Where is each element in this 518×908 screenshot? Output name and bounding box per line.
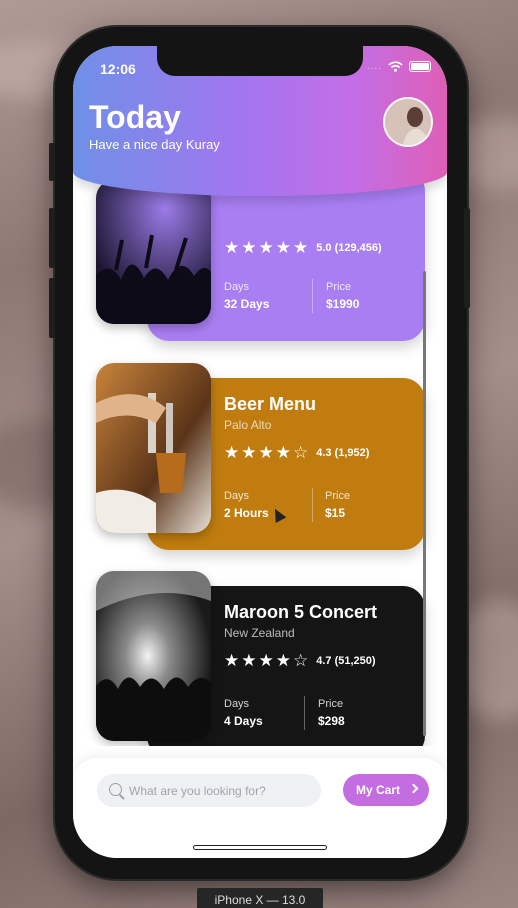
event-title: Beer Menu [224, 394, 317, 414]
rating-text: 4.3 (1,952) [316, 446, 370, 459]
rating-stars: ★ ★ ★ ★ ☆ 4.7 (51,250) [224, 652, 376, 669]
star-filled-icon: ★ [258, 651, 274, 670]
home-indicator[interactable] [193, 845, 327, 850]
divider [304, 696, 305, 730]
price-label: Price [318, 698, 344, 710]
header: 12:06 .... Today Have a nice day Kuray [73, 46, 447, 196]
mute-switch [49, 143, 55, 181]
scrollbar[interactable] [423, 271, 426, 736]
star-filled-icon: ★ [224, 238, 240, 257]
star-filled-icon: ★ [241, 238, 257, 257]
phone-screen: 12:06 .... Today Have a nice day Kuray ★… [73, 46, 447, 858]
status-time: 12:06 [100, 61, 136, 77]
device-label: iPhone X — 13.0 [197, 888, 323, 908]
battery-icon [409, 61, 431, 72]
volume-down-button [49, 278, 55, 338]
event-title: Maroon 5 Concert [224, 602, 378, 622]
star-filled-icon: ★ [224, 651, 240, 670]
days-label: Days [224, 281, 250, 293]
star-filled-icon: ★ [224, 443, 240, 462]
avatar-photo [385, 99, 431, 145]
rating-stars: ★ ★ ★ ★ ★ 5.0 (129,456) [224, 239, 382, 256]
divider [312, 488, 313, 522]
concert-stage-photo [96, 571, 211, 741]
event-list[interactable]: ★ ★ ★ ★ ★ 5.0 (129,456) Days 32 Days Pri… [73, 146, 447, 746]
rating-text: 5.0 (129,456) [316, 241, 382, 254]
star-filled-icon: ★ [241, 443, 257, 462]
event-location: Palo Alto [224, 418, 272, 432]
search-box[interactable] [97, 774, 321, 807]
cellular-signal-icon: .... [366, 61, 382, 72]
price-label: Price [325, 490, 351, 502]
star-filled-icon: ★ [258, 238, 274, 257]
star-filled-icon: ★ [275, 238, 291, 257]
star-filled-icon: ★ [258, 443, 274, 462]
notch [157, 46, 363, 76]
chevron-right-icon [408, 783, 419, 794]
star-filled-icon: ★ [275, 651, 291, 670]
bottom-bar: My Cart [73, 758, 447, 858]
concert-crowd-photo [96, 180, 211, 324]
my-cart-button[interactable]: My Cart [343, 774, 429, 806]
power-button [464, 208, 470, 308]
days-label: Days [224, 490, 250, 502]
beer-tap-photo [96, 363, 211, 533]
star-empty-icon: ☆ [293, 651, 309, 670]
star-filled-icon: ★ [241, 651, 257, 670]
price-value: $15 [325, 506, 346, 520]
page-title: Today [89, 99, 181, 135]
days-label: Days [224, 698, 250, 710]
divider [312, 279, 313, 313]
page-subtitle: Have a nice day Kuray [89, 137, 220, 152]
search-icon [109, 783, 122, 796]
price-value: $298 [318, 714, 345, 728]
avatar[interactable] [383, 97, 433, 147]
my-cart-label: My Cart [356, 783, 401, 797]
days-value: 32 Days [224, 297, 270, 311]
rating-stars: ★ ★ ★ ★ ☆ 4.3 (1,952) [224, 444, 369, 461]
star-empty-icon: ☆ [293, 443, 309, 462]
star-filled-icon: ★ [293, 238, 309, 257]
search-input[interactable] [129, 774, 314, 807]
price-value: $1990 [326, 297, 360, 311]
days-value: 2 Hours [224, 506, 269, 520]
star-filled-icon: ★ [275, 443, 291, 462]
days-value: 4 Days [224, 714, 263, 728]
volume-up-button [49, 208, 55, 268]
rating-text: 4.7 (51,250) [316, 654, 376, 667]
event-location: New Zealand [224, 626, 295, 640]
wifi-icon [388, 61, 403, 72]
price-label: Price [326, 281, 352, 293]
status-icons: .... [367, 61, 431, 72]
